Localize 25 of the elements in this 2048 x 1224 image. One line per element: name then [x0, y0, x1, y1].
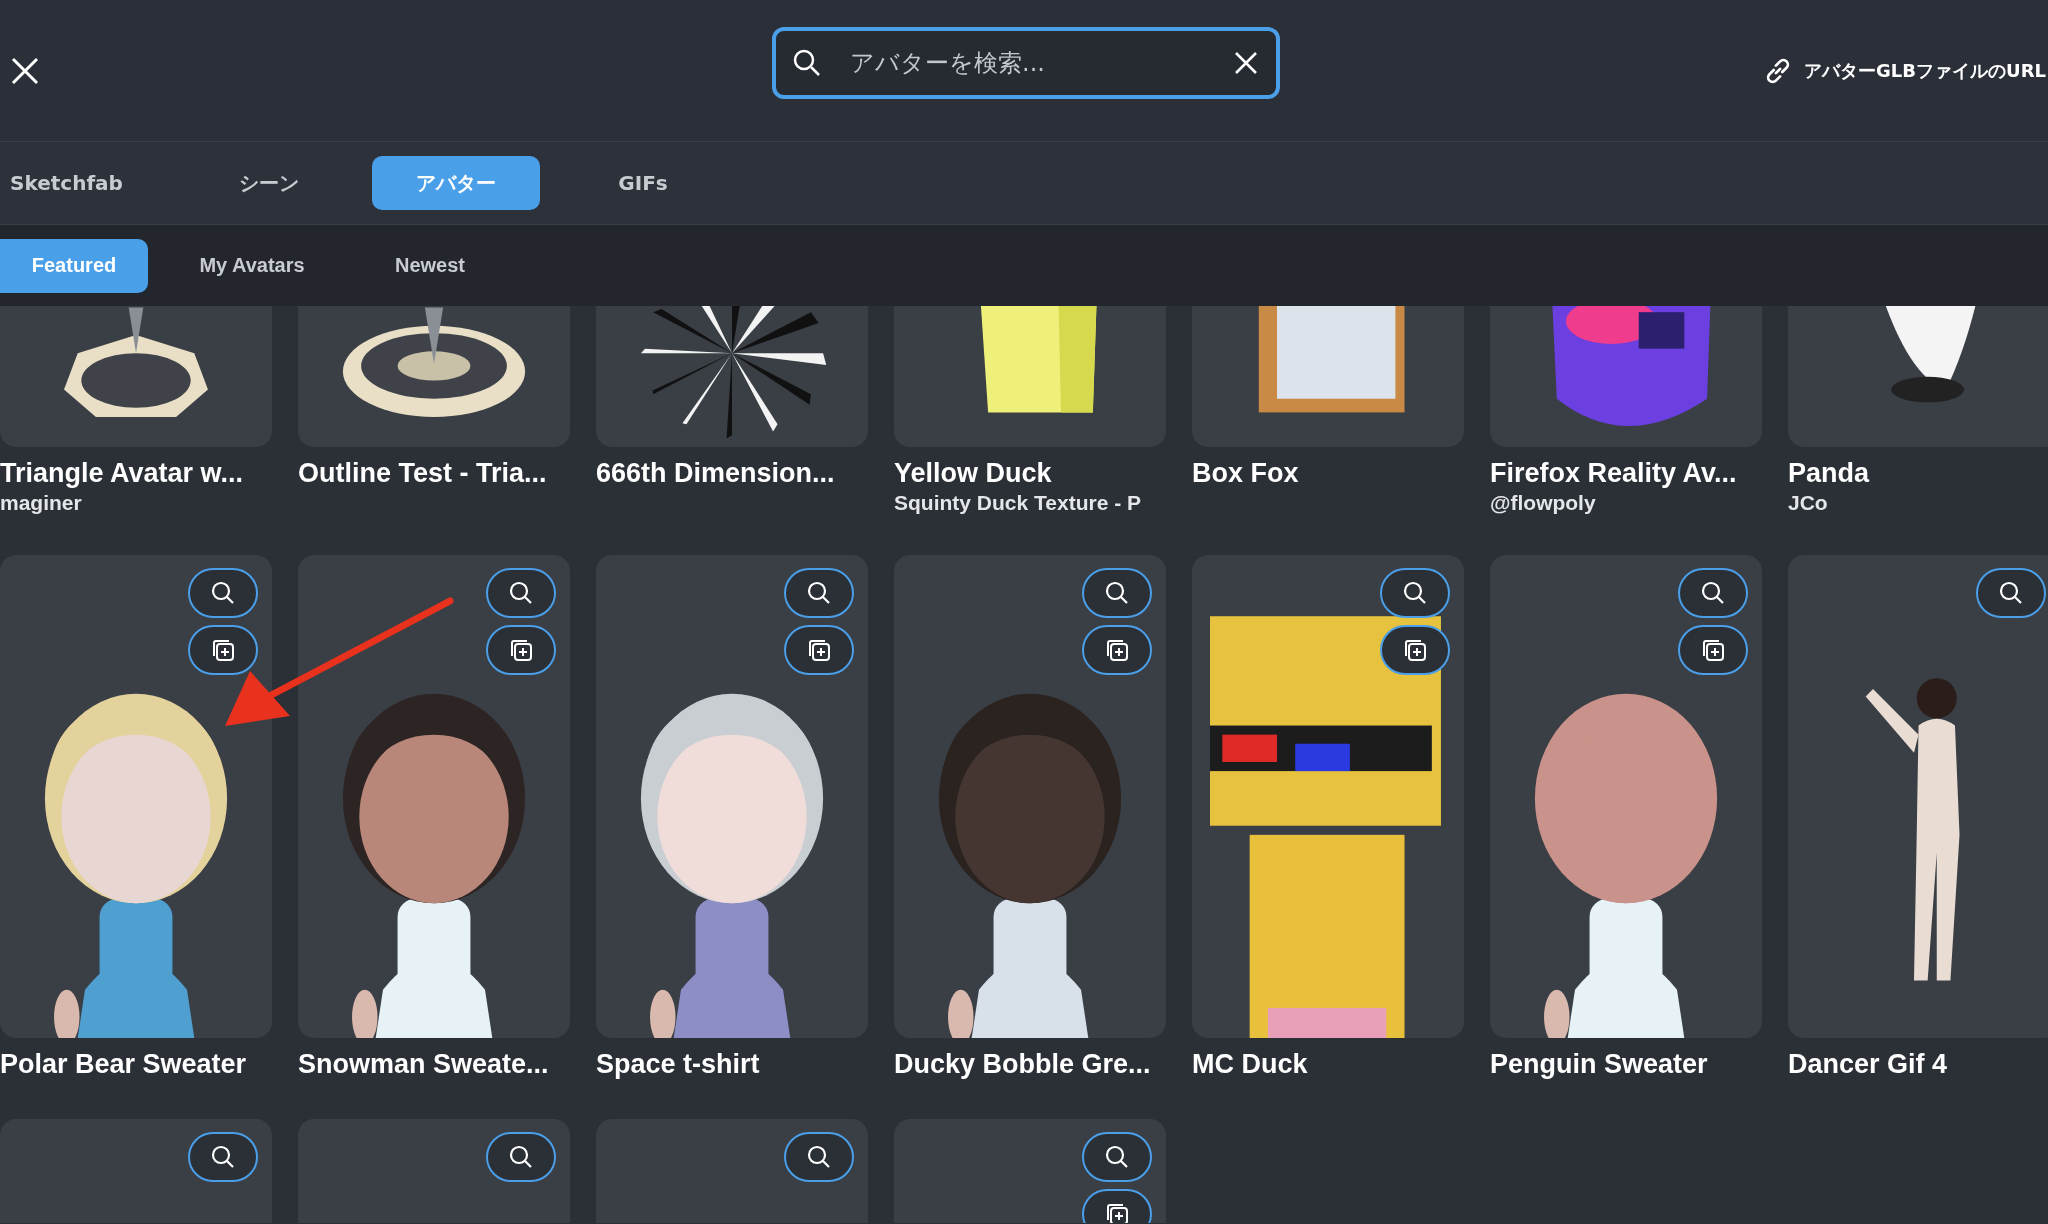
card-title: Snowman Sweate... — [298, 1048, 550, 1080]
tab[interactable]: GIFs — [559, 156, 727, 210]
card-author: JCo — [1788, 490, 1829, 516]
card-author: maginer — [0, 490, 83, 516]
card-title: Space t-shirt — [596, 1048, 761, 1080]
card-title: Penguin Sweater — [1490, 1048, 1709, 1080]
card-title: Firefox Reality Av... — [1490, 457, 1738, 489]
card-title: Triangle Avatar w... — [0, 457, 245, 489]
tab[interactable]: シーン — [185, 156, 353, 210]
card-title: Polar Bear Sweater — [0, 1048, 248, 1080]
card-author: Squinty Duck Texture - P — [894, 490, 1142, 516]
card-title: Dancer Gif 4 — [1788, 1048, 1949, 1080]
card-title: Outline Test - Tria... — [298, 457, 548, 489]
filter-tab[interactable]: My Avatars — [178, 238, 326, 293]
filter-tab[interactable]: Newest — [356, 238, 504, 293]
search-field[interactable]: アバターを検索... — [772, 27, 1280, 99]
card-title: Panda — [1788, 457, 1871, 489]
card-title: Ducky Bobble Gre... — [894, 1048, 1152, 1080]
card-title: 666th Dimension... — [596, 457, 836, 489]
card-title: MC Duck — [1192, 1048, 1309, 1080]
card-title: Box Fox — [1192, 457, 1300, 489]
card-title: Yellow Duck — [894, 457, 1053, 489]
url-link[interactable]: アバターGLBファイルのURL — [1762, 54, 2046, 87]
card-author: @flowpoly — [1490, 490, 1597, 516]
tab[interactable]: Sketchfab — [0, 156, 128, 210]
